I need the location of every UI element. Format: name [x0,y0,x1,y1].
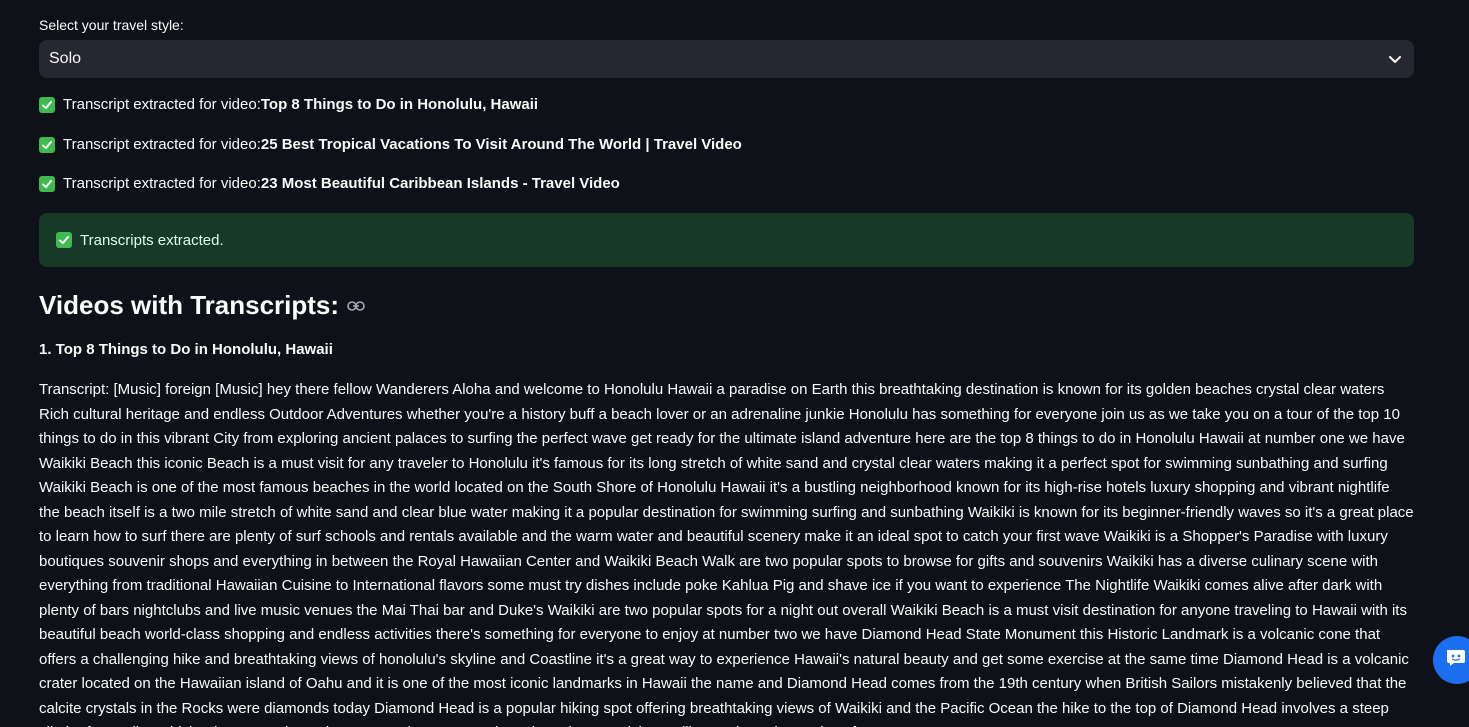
status-video-title: Top 8 Things to Do in Honolulu, Hawaii [260,96,539,113]
status-prefix: Transcript extracted for video: [63,96,261,113]
app-page: Select your travel style: Solo Transcrip… [0,0,1469,727]
video-heading: 1. Top 8 Things to Do in Honolulu, Hawai… [39,341,333,358]
chevron-down-icon [1386,50,1404,68]
check-icon [56,232,72,248]
check-icon [39,96,55,113]
section-title: Videos with Transcripts: [39,290,365,321]
travel-style-select[interactable]: Solo [39,40,1414,78]
section-title-text: Videos with Transcripts: [39,290,340,320]
travel-style-selected-value: Solo [49,50,82,67]
success-message: Transcripts extracted. [80,231,224,249]
status-video-title: 25 Best Tropical Vacations To Visit Arou… [260,136,742,153]
status-line: Transcript extracted for video: 23 Most … [39,175,620,192]
status-line: Transcript extracted for video: Top 8 Th… [39,96,538,113]
check-icon [39,136,55,153]
status-line: Transcript extracted for video: 25 Best … [39,136,742,153]
status-prefix: Transcript extracted for video: [63,175,261,192]
check-icon [39,175,55,192]
status-video-title: 23 Most Beautiful Caribbean Islands - Tr… [260,175,620,192]
chat-icon [1445,648,1467,673]
success-alert: Transcripts extracted. [39,213,1414,267]
chat-button[interactable] [1433,636,1469,684]
travel-style-label: Select your travel style: [39,17,184,33]
transcript-text: Transcript: [Music] foreign [Music] hey … [39,381,1414,727]
link-icon[interactable] [347,300,365,312]
status-prefix: Transcript extracted for video: [63,136,261,153]
